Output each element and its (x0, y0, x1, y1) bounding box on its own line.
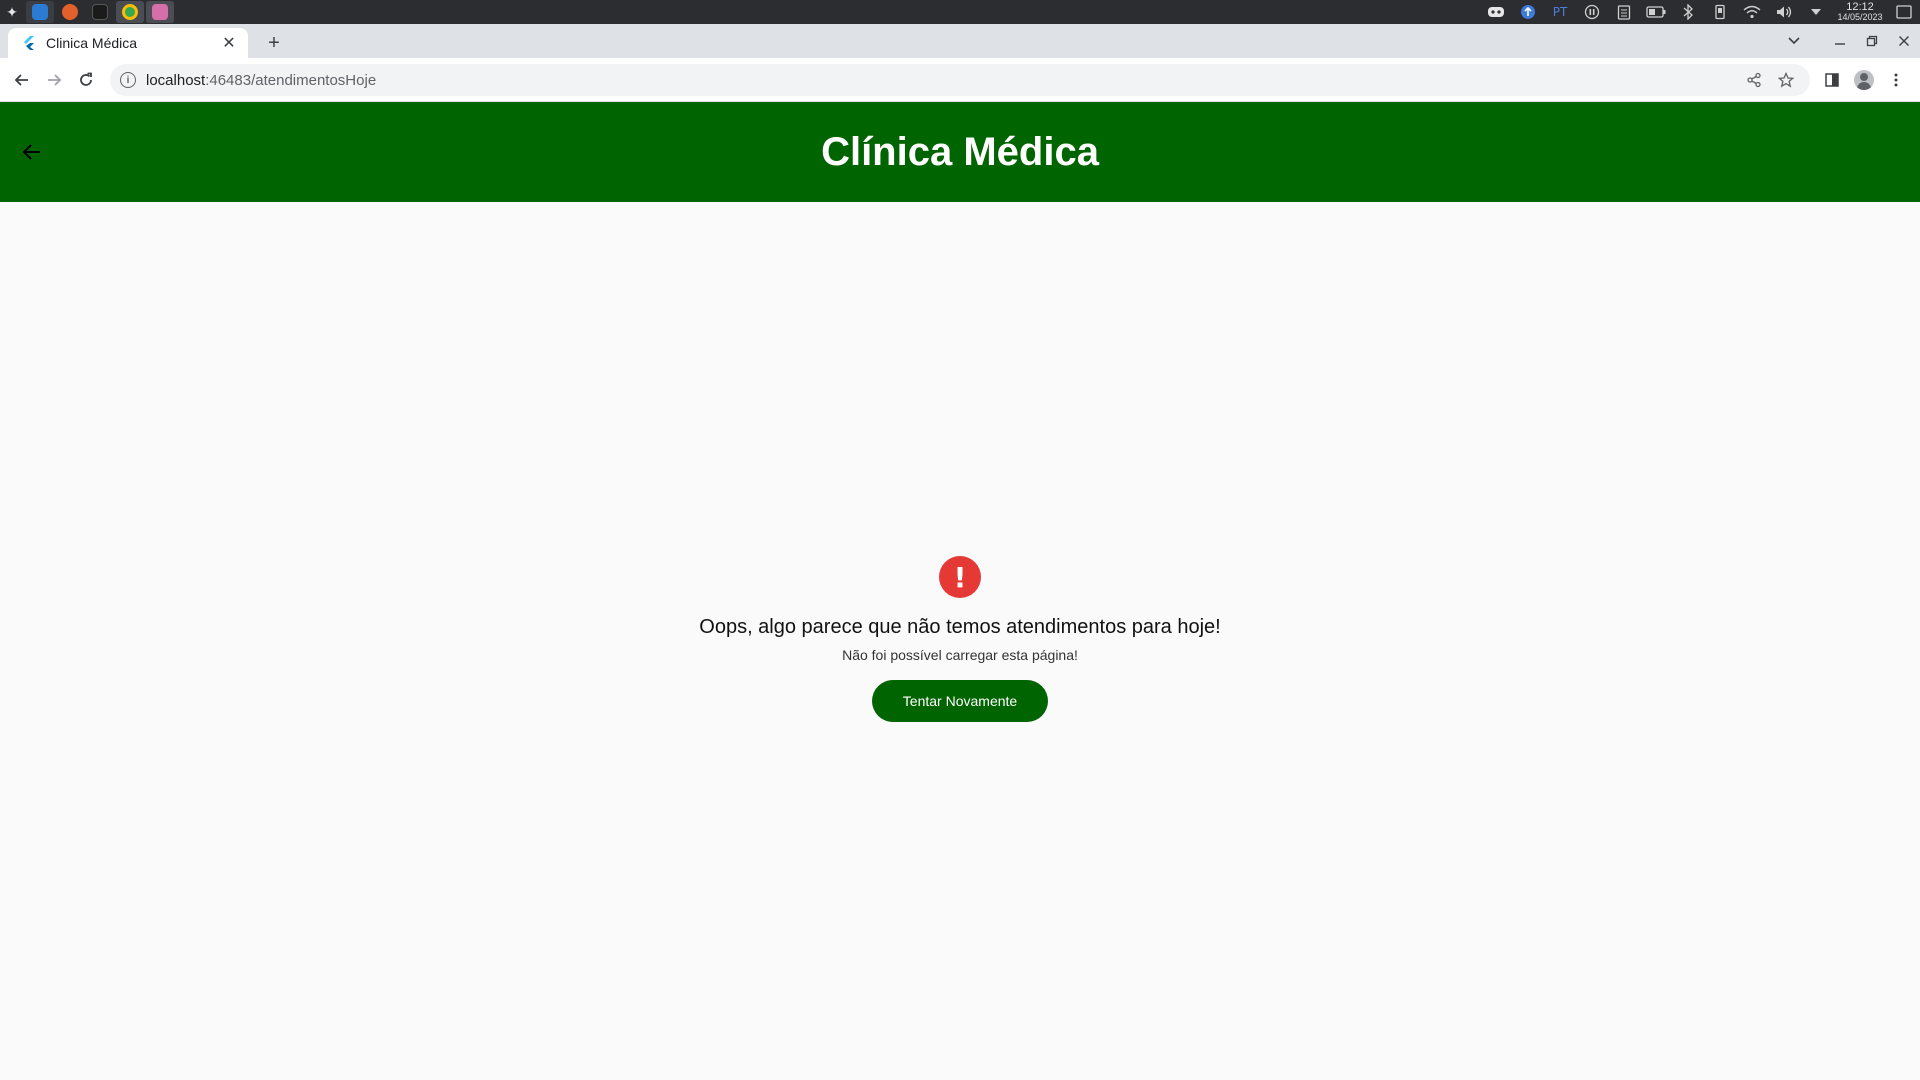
reload-icon[interactable] (70, 64, 102, 96)
volume-icon[interactable] (1768, 0, 1800, 24)
close-window-icon[interactable] (1888, 24, 1920, 58)
tray-expand-icon[interactable] (1800, 0, 1832, 24)
retry-button[interactable]: Tentar Novamente (872, 680, 1048, 722)
new-tab-button[interactable]: + (262, 32, 286, 55)
page-title: Clínica Médica (821, 129, 1099, 174)
main-content: ! Oops, algo parece que não temos atendi… (0, 202, 1920, 1080)
avatar (1854, 70, 1874, 90)
minimize-icon[interactable] (1824, 24, 1856, 58)
pause-icon[interactable] (1576, 0, 1608, 24)
restore-icon[interactable] (1856, 24, 1888, 58)
url-path: :46483/atendimentosHoje (205, 71, 377, 89)
site-info-icon[interactable]: i (120, 72, 136, 88)
tab-close-icon[interactable]: ✕ (220, 33, 238, 53)
app-header: Clínica Médica (0, 102, 1920, 202)
bookmark-star-icon[interactable] (1770, 64, 1802, 96)
clock-date: 14/05/2023 (1837, 12, 1883, 22)
show-desktop-icon[interactable] (1888, 0, 1920, 24)
discord-icon[interactable] (1480, 0, 1512, 24)
forward-icon[interactable] (38, 64, 70, 96)
bluetooth-icon[interactable] (1672, 0, 1704, 24)
launcher-icon[interactable]: ✦ (0, 0, 24, 24)
url-host: localhost (146, 71, 206, 89)
flutter-favicon-icon (22, 36, 36, 50)
side-panel-icon[interactable] (1816, 64, 1848, 96)
tab-title: Clinica Médica (46, 35, 138, 51)
profile-avatar[interactable] (1848, 64, 1880, 96)
app-back-icon[interactable] (12, 132, 52, 172)
update-icon[interactable] (1512, 0, 1544, 24)
error-title: Oops, algo parece que não temos atendime… (699, 616, 1221, 638)
clipboard-icon[interactable] (1608, 0, 1640, 24)
keyboard-language-indicator[interactable]: PT (1544, 0, 1576, 24)
error-state: ! Oops, algo parece que não temos atendi… (0, 556, 1920, 722)
browser-tab-strip: Clinica Médica ✕ + (0, 24, 1920, 58)
os-taskbar: ✦ PT 12:12 14/05/2023 (0, 0, 1920, 24)
browser-menu-icon[interactable] (1880, 64, 1912, 96)
error-subtitle: Não foi possível carregar esta página! (842, 647, 1078, 663)
battery-icon[interactable] (1640, 0, 1672, 24)
taskbar-app-vscode-icon[interactable] (26, 1, 54, 23)
share-icon[interactable] (1738, 64, 1770, 96)
wifi-icon[interactable] (1736, 0, 1768, 24)
device-icon[interactable] (1704, 0, 1736, 24)
system-clock[interactable]: 12:12 14/05/2023 (1832, 1, 1888, 23)
address-bar[interactable]: i localhost:46483/atendimentosHoje (110, 64, 1810, 96)
browser-toolbar: i localhost:46483/atendimentosHoje (0, 58, 1920, 102)
taskbar-app-chrome-icon[interactable] (116, 1, 144, 23)
taskbar-app-terminal-icon[interactable] (86, 1, 114, 23)
browser-tab-active[interactable]: Clinica Médica ✕ (8, 28, 248, 58)
error-alert-icon: ! (939, 556, 981, 598)
back-icon[interactable] (6, 64, 38, 96)
clock-time: 12:12 (1846, 1, 1874, 13)
taskbar-app-misc-icon[interactable] (146, 1, 174, 23)
tab-search-icon[interactable] (1778, 24, 1810, 58)
taskbar-app-firefox-icon[interactable] (56, 1, 84, 23)
